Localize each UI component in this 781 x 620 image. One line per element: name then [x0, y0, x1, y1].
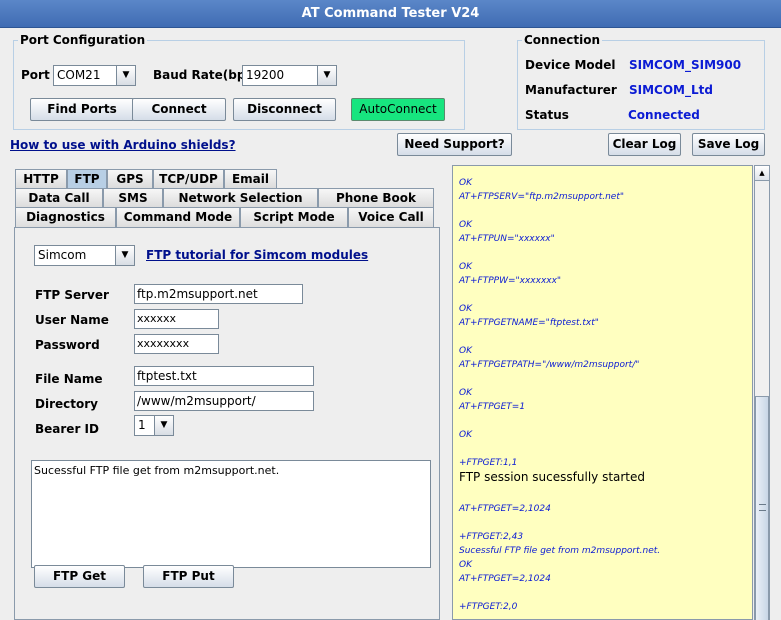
log-line: AT+FTPGETNAME="ftptest.txt" [459, 318, 599, 328]
log-line: OK [459, 388, 472, 398]
tab-script-mode[interactable]: Script Mode [240, 207, 348, 228]
log-line: AT+FTPSERV="ftp.m2msupport.net" [459, 192, 624, 202]
log-scrollbar[interactable]: ▲ [754, 165, 770, 620]
log-line: OK [459, 560, 472, 570]
disconnect-button[interactable]: Disconnect [233, 98, 336, 121]
tab-email[interactable]: Email [224, 169, 277, 188]
tab-diagnostics[interactable]: Diagnostics [15, 207, 116, 228]
user-name-label: User Name [35, 313, 109, 327]
port-label: Port [21, 68, 50, 82]
tab-voice-call[interactable]: Voice Call [348, 207, 434, 228]
file-name-input[interactable]: ftptest.txt [134, 366, 314, 386]
tab-phone-book[interactable]: Phone Book [318, 188, 434, 207]
autoconnect-button[interactable]: AutoConnect [351, 98, 445, 121]
log-line: OK [459, 262, 472, 272]
port-select[interactable]: COM21 ▼ [53, 65, 136, 86]
find-ports-button[interactable]: Find Ports [30, 98, 134, 121]
tab-sms[interactable]: SMS [103, 188, 163, 207]
ftp-server-input[interactable]: ftp.m2msupport.net [134, 284, 303, 304]
tab-ftp[interactable]: FTP [67, 169, 107, 188]
baud-rate-select[interactable]: 19200 ▼ [242, 65, 337, 86]
ftp-tutorial-link[interactable]: FTP tutorial for Simcom modules [146, 248, 368, 262]
status-value: Connected [628, 108, 700, 122]
window-title: AT Command Tester V24 [0, 0, 781, 28]
module-select[interactable]: Simcom ▼ [34, 245, 135, 266]
connect-button[interactable]: Connect [132, 98, 226, 121]
scrollbar-thumb[interactable] [755, 396, 769, 620]
ftp-server-label: FTP Server [35, 288, 109, 302]
baud-rate-select-value: 19200 [246, 68, 285, 82]
connection-legend: Connection [522, 33, 603, 47]
directory-label: Directory [35, 397, 98, 411]
chevron-down-icon[interactable]: ▼ [116, 66, 135, 85]
log-line: OK [459, 178, 472, 188]
port-configuration-legend: Port Configuration [18, 33, 148, 47]
save-log-button[interactable]: Save Log [692, 133, 765, 156]
grip-icon [759, 504, 766, 511]
manufacturer-label: Manufacturer [525, 83, 617, 97]
log-line: OK [459, 304, 472, 314]
device-model-label: Device Model [525, 58, 616, 72]
log-line: AT+FTPUN="xxxxxx" [459, 234, 555, 244]
port-select-value: COM21 [57, 68, 101, 82]
device-model-value: SIMCOM_SIM900 [629, 58, 742, 72]
clear-log-button[interactable]: Clear Log [608, 133, 681, 156]
log-line: +FTPGET:2,43 [459, 532, 524, 542]
directory-input[interactable]: /www/m2msupport/ [134, 391, 314, 411]
tab-command-mode[interactable]: Command Mode [116, 207, 240, 228]
file-name-label: File Name [35, 372, 103, 386]
log-line: AT+FTPGET=1 [459, 402, 526, 412]
ftp-put-button[interactable]: FTP Put [143, 565, 234, 588]
log-line: OK [459, 220, 472, 230]
arrow-up-icon[interactable]: ▲ [755, 166, 769, 181]
tab-gps[interactable]: GPS [107, 169, 153, 188]
user-name-input[interactable]: xxxxxx [134, 309, 219, 329]
ftp-status-textarea[interactable]: Sucessful FTP file get from m2msupport.n… [31, 460, 431, 568]
ftp-get-button[interactable]: FTP Get [34, 565, 125, 588]
bearer-id-select[interactable]: 1 ▼ [134, 415, 174, 436]
log-line: OK [459, 346, 472, 356]
module-select-value: Simcom [38, 248, 87, 262]
log-line: OK [459, 430, 472, 440]
log-line: FTP session sucessfully started [459, 470, 646, 484]
log-line: +FTPGET:2,0 [459, 602, 518, 612]
chevron-down-icon[interactable]: ▼ [317, 66, 336, 85]
log-line: Sucessful FTP file get from m2msupport.n… [459, 546, 661, 556]
chevron-down-icon[interactable]: ▼ [154, 416, 173, 435]
bearer-id-value: 1 [138, 418, 146, 432]
tab-data-call[interactable]: Data Call [15, 188, 103, 207]
log-line: +FTPGET:1,1 [459, 458, 518, 468]
command-log[interactable]: OK AT+FTPSERV="ftp.m2msupport.net" OK AT… [452, 165, 753, 620]
manufacturer-value: SIMCOM_Ltd [629, 83, 713, 97]
arduino-shields-link[interactable]: How to use with Arduino shields? [10, 138, 236, 152]
status-label: Status [525, 108, 569, 122]
log-line: AT+FTPPW="xxxxxxx" [459, 276, 562, 286]
need-support-button[interactable]: Need Support? [397, 133, 512, 156]
log-line: AT+FTPGET=2,1024 [459, 574, 551, 584]
tab-tcp-udp[interactable]: TCP/UDP [153, 169, 224, 188]
password-input[interactable]: xxxxxxxx [134, 334, 219, 354]
log-line: AT+FTPGETPATH="/www/m2msupport/" [459, 360, 640, 370]
chevron-down-icon[interactable]: ▼ [115, 246, 134, 265]
tab-network-selection[interactable]: Network Selection [163, 188, 318, 207]
password-label: Password [35, 338, 100, 352]
bearer-id-label: Bearer ID [35, 422, 99, 436]
tab-http[interactable]: HTTP [15, 169, 67, 188]
log-line: AT+FTPGET=2,1024 [459, 504, 551, 514]
